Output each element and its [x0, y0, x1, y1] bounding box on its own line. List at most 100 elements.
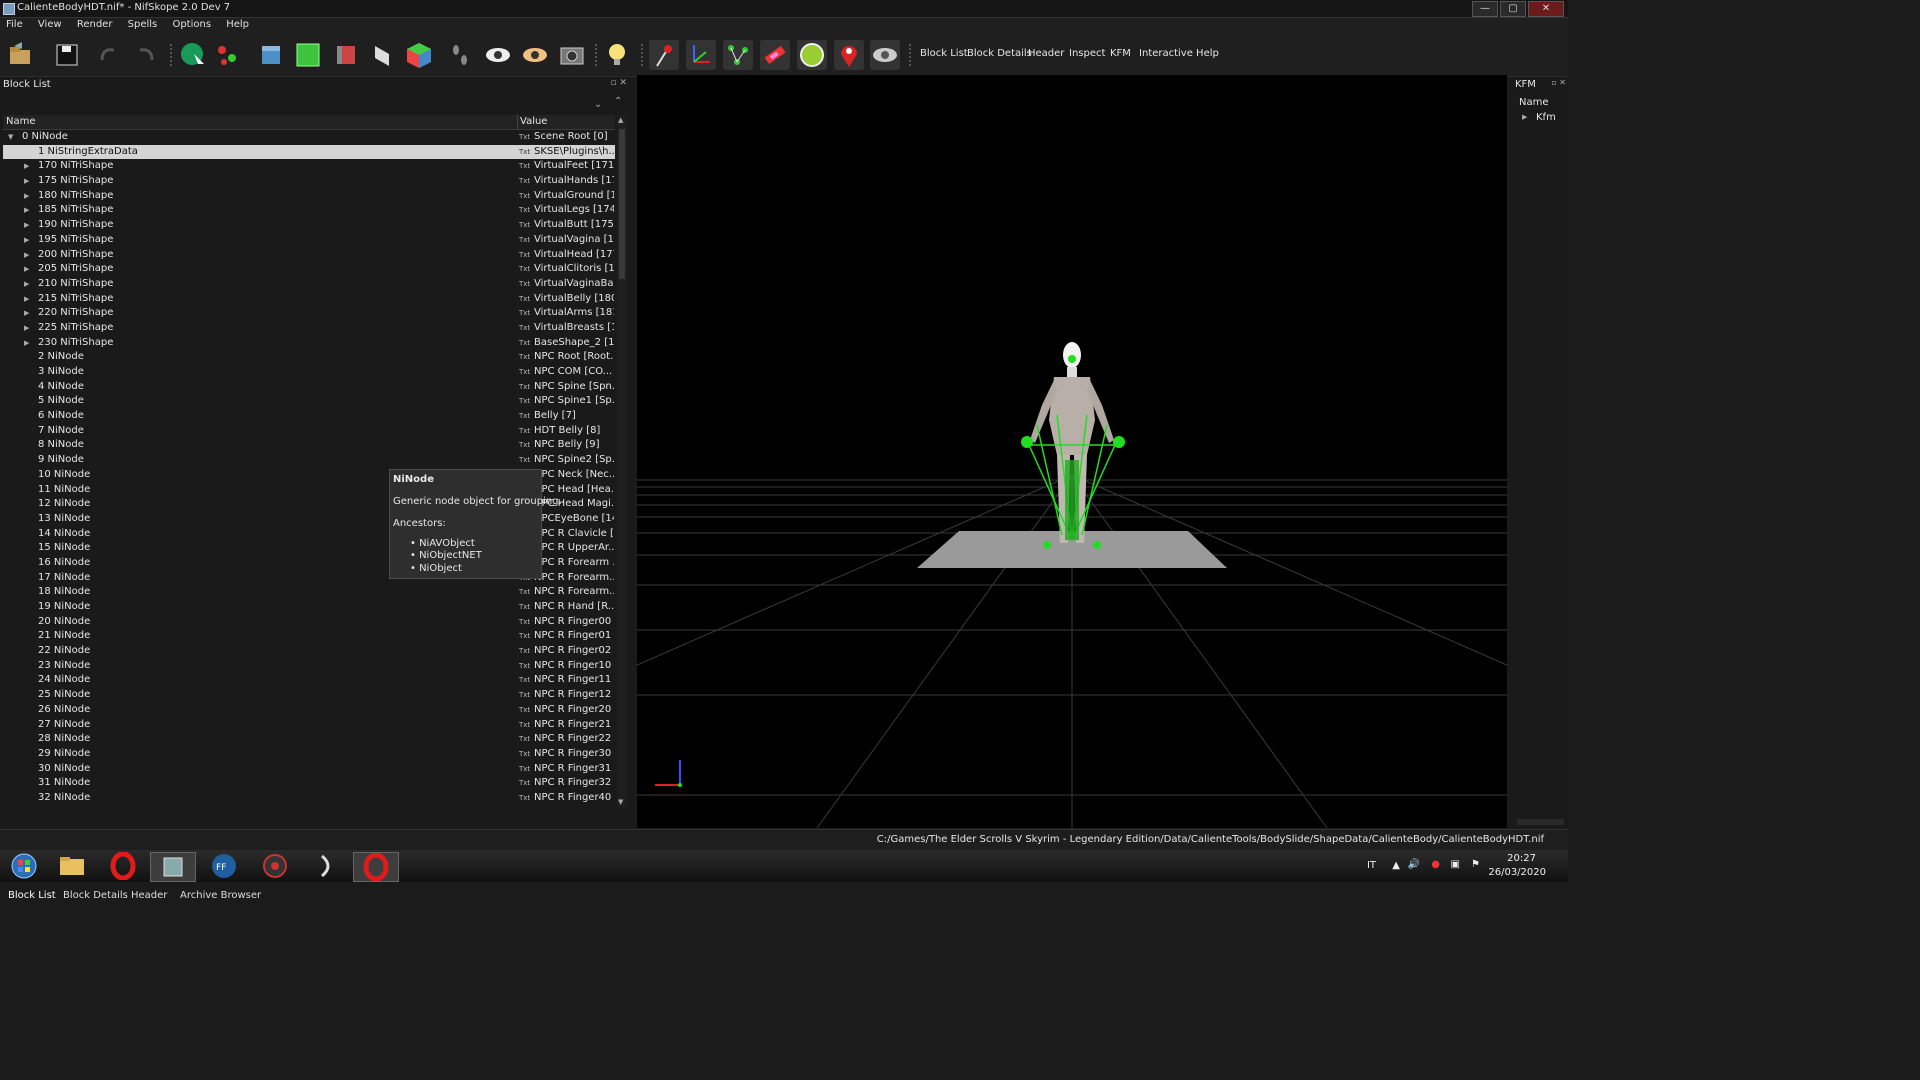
toolbar-kfm-link[interactable]: KFM: [1110, 48, 1131, 59]
screenshot-icon[interactable]: [557, 40, 587, 70]
toolbar-interactive-help-link[interactable]: Interactive Help: [1139, 48, 1219, 59]
block-row[interactable]: ▶ 220 NiTriShape Txt VirtualArms [181]: [3, 306, 615, 321]
block-row[interactable]: 26 NiNode TxtNPC R Finger20 ...: [3, 703, 615, 718]
flip-view-icon[interactable]: [367, 40, 397, 70]
close-button[interactable]: ✕: [1528, 1, 1564, 17]
top-view-icon[interactable]: [293, 40, 323, 70]
game-launcher-icon[interactable]: [253, 852, 297, 880]
select-vertex-icon[interactable]: [214, 40, 244, 70]
block-row[interactable]: 20 NiNode TxtNPC R Finger00 ...: [3, 615, 615, 630]
visibility-tool-icon[interactable]: [870, 40, 900, 70]
volume-icon[interactable]: 🔊: [1408, 859, 1420, 870]
show-nodes-icon[interactable]: [520, 40, 550, 70]
perspective-cube-icon[interactable]: [404, 40, 434, 70]
flag-icon[interactable]: ⚑: [1471, 859, 1480, 870]
block-row[interactable]: ▶ 215 NiTriShape Txt VirtualBelly [180]: [3, 292, 615, 307]
color-tool-icon[interactable]: [760, 40, 790, 70]
block-row[interactable]: ▼ 0 NiNode Txt Scene Root [0]: [3, 130, 615, 145]
expand-arrow-icon[interactable]: ▶: [24, 336, 29, 351]
kfm-expand-arrow-icon[interactable]: ▶: [1522, 113, 1527, 121]
expand-all-icon[interactable]: ⌃: [614, 96, 622, 107]
opera-task-icon[interactable]: [353, 852, 399, 882]
block-row[interactable]: ▶ 205 NiTriShape TxtVirtualClitoris [1...: [3, 262, 615, 277]
menu-spells[interactable]: Spells: [122, 18, 164, 31]
block-row[interactable]: 18 NiNode Txt NPC R Forearm...: [3, 585, 615, 600]
block-row[interactable]: 9 NiNode Txt NPC Spine2 [Sp...: [3, 453, 615, 468]
block-row[interactable]: 2 NiNode Txt NPC Root [Root...: [3, 350, 615, 365]
nifskope-task-icon[interactable]: [150, 852, 196, 882]
kfm-column-name[interactable]: Name: [1519, 97, 1549, 108]
minimize-button[interactable]: —: [1472, 1, 1498, 17]
start-orb-icon[interactable]: [2, 852, 46, 880]
lighting-bulb-icon[interactable]: [602, 40, 632, 70]
block-row[interactable]: ▶ 175 NiTriShape TxtVirtualHands [172]: [3, 174, 615, 189]
tab-header[interactable]: Header: [131, 890, 167, 901]
block-row[interactable]: 19 NiNode Txt NPC R Hand [R...: [3, 600, 615, 615]
select-object-icon[interactable]: [178, 40, 208, 70]
toolbar-inspect-link[interactable]: Inspect: [1069, 48, 1105, 59]
block-row[interactable]: 29 NiNode TxtNPC R Finger30 ...: [3, 747, 615, 762]
block-row[interactable]: ▶ 225 NiTriShape TxtVirtualBreasts [1...: [3, 321, 615, 336]
expand-arrow-icon[interactable]: ▶: [24, 159, 29, 174]
block-row[interactable]: 3 NiNode Txt NPC COM [CO...: [3, 365, 615, 380]
language-indicator[interactable]: IT: [1367, 860, 1376, 871]
tab-block-details[interactable]: Block Details: [63, 890, 128, 901]
expand-arrow-icon[interactable]: ▶: [24, 218, 29, 233]
tab-block-list[interactable]: Block List: [8, 890, 56, 901]
block-row[interactable]: 32 NiNode TxtNPC R Finger40 ...: [3, 791, 615, 806]
block-row[interactable]: 28 NiNode TxtNPC R Finger22 ...: [3, 732, 615, 747]
block-row[interactable]: 5 NiNode Txt NPC Spine1 [Sp...: [3, 394, 615, 409]
side-view-icon[interactable]: [331, 40, 361, 70]
block-row[interactable]: ▶ 170 NiTriShape Txt VirtualFeet [171]: [3, 159, 615, 174]
block-row[interactable]: 23 NiNode TxtNPC R Finger10 ...: [3, 659, 615, 674]
column-splitter[interactable]: [517, 115, 518, 129]
scrollbar-thumb[interactable]: [619, 129, 625, 279]
file-explorer-icon[interactable]: [50, 852, 94, 880]
block-row[interactable]: ▶ 185 NiTriShape Txt VirtualLegs [174]: [3, 203, 615, 218]
column-value-header[interactable]: Value: [520, 116, 547, 127]
block-list-scrollbar[interactable]: ▲ ▼: [617, 115, 627, 807]
block-row[interactable]: 27 NiNode TxtNPC R Finger21 ...: [3, 718, 615, 733]
clock-time[interactable]: 20:27: [1507, 853, 1536, 864]
menu-render[interactable]: Render: [71, 18, 119, 31]
maximize-button[interactable]: ▢: [1500, 1, 1526, 17]
expand-arrow-icon[interactable]: ▶: [24, 203, 29, 218]
block-row[interactable]: 31 NiNode TxtNPC R Finger32 ...: [3, 776, 615, 791]
expand-arrow-icon[interactable]: ▼: [8, 130, 13, 145]
block-row[interactable]: 21 NiNode TxtNPC R Finger01 ...: [3, 629, 615, 644]
block-row[interactable]: 25 NiNode TxtNPC R Finger12 ...: [3, 688, 615, 703]
axes-tool-icon[interactable]: [686, 40, 716, 70]
panel-float-close-buttons[interactable]: ▫ ✕: [610, 78, 627, 88]
tray-expand-icon[interactable]: ▲: [1392, 860, 1400, 871]
block-row[interactable]: 24 NiNode TxtNPC R Finger11 ...: [3, 673, 615, 688]
block-row[interactable]: 30 NiNode TxtNPC R Finger31 ...: [3, 762, 615, 777]
block-row[interactable]: ▶ 180 NiTriShape TxtVirtualGround [1...: [3, 189, 615, 204]
block-row[interactable]: 4 NiNode Txt NPC Spine [Spn...: [3, 380, 615, 395]
menu-file[interactable]: File: [0, 18, 29, 31]
toolbar-block-list-link[interactable]: Block List: [920, 48, 968, 59]
kfm-hscrollbar[interactable]: [1517, 819, 1564, 825]
open-file-icon[interactable]: [6, 40, 36, 70]
mail-tray-icon[interactable]: ●: [1431, 859, 1440, 870]
column-name-header[interactable]: Name: [6, 116, 36, 127]
toolbar-header-link[interactable]: Header: [1028, 48, 1064, 59]
undo-icon[interactable]: [94, 40, 124, 70]
menu-view[interactable]: View: [32, 18, 68, 31]
scroll-down-icon[interactable]: ▼: [618, 798, 623, 806]
pin-tool-icon[interactable]: [649, 40, 679, 70]
block-row[interactable]: 22 NiNode TxtNPC R Finger02 ...: [3, 644, 615, 659]
block-row[interactable]: ▶ 190 NiTriShape Txt VirtualButt [175]: [3, 218, 615, 233]
cube-view-icon[interactable]: [256, 40, 286, 70]
location-pin-icon[interactable]: [834, 40, 864, 70]
block-row[interactable]: ▶ 210 NiTriShape TxtVirtualVaginaBa...: [3, 277, 615, 292]
redo-icon[interactable]: [130, 40, 160, 70]
expand-arrow-icon[interactable]: ▶: [24, 306, 29, 321]
tab-archive-browser[interactable]: Archive Browser: [180, 890, 261, 901]
collapse-all-icon[interactable]: ⌄: [594, 99, 602, 110]
ffdec-icon[interactable]: FF: [202, 852, 246, 880]
block-row[interactable]: ▶ 200 NiTriShape TxtVirtualHead [177]: [3, 248, 615, 263]
expand-arrow-icon[interactable]: ▶: [24, 233, 29, 248]
block-row[interactable]: 7 NiNode Txt HDT Belly [8]: [3, 424, 615, 439]
save-icon[interactable]: [54, 40, 84, 70]
block-row[interactable]: ▶ 230 NiTriShape TxtBaseShape_2 [183]: [3, 336, 615, 351]
